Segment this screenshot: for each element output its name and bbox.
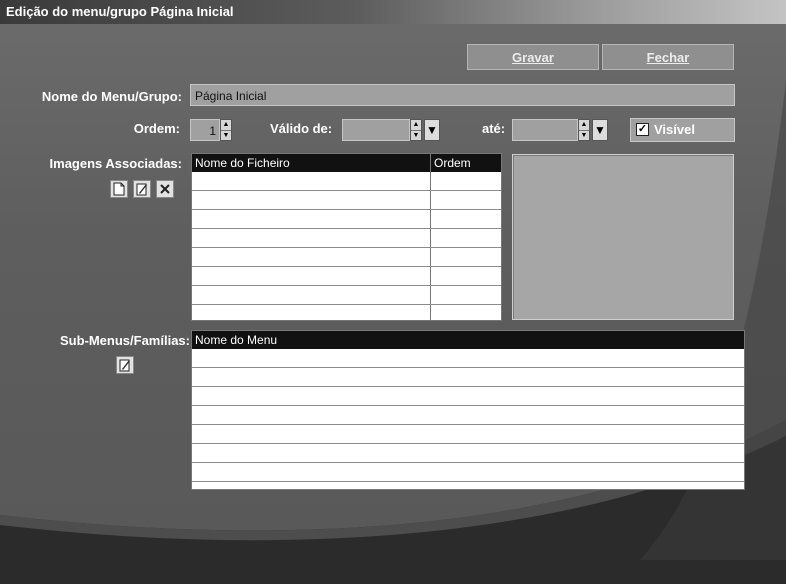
visible-label: Visível [654,122,695,137]
until-field[interactable] [512,119,578,141]
valid-from-field[interactable] [342,119,410,141]
table-row[interactable] [192,229,501,248]
close-button[interactable]: Fechar [602,44,734,70]
until-dropdown-icon[interactable]: ▼ [592,119,608,141]
order-label: Ordem: [133,121,180,136]
valid-from-spin-icon[interactable]: ▲ ▼ [410,119,422,141]
table-row[interactable] [192,406,744,425]
table-row[interactable] [192,463,744,482]
order-spin-icon[interactable]: ▲ ▼ [220,119,232,141]
edit-pencil-icon[interactable] [116,356,134,374]
valid-from-dropdown-icon[interactable]: ▼ [424,119,440,141]
submenus-table-header: Nome do Menu [192,331,744,349]
visible-checkbox[interactable]: ✓ [636,123,649,136]
until-label: até: [482,121,506,136]
submenus-label: Sub-Menus/Famílias: [59,333,190,348]
table-row[interactable] [192,305,501,320]
valid-from-label: Válido de: [270,121,333,136]
order-field-value: 1 [209,124,216,138]
title-bar: Edição do menu/grupo Página Inicial [0,0,786,24]
table-row[interactable] [192,387,744,406]
table-row[interactable] [192,210,501,229]
table-row[interactable] [192,267,501,286]
table-row[interactable] [192,191,501,210]
column-menu-name[interactable]: Nome do Menu [195,333,277,347]
name-label: Nome do Menu/Grupo: [41,89,182,104]
edit-pencil-icon[interactable] [133,180,151,198]
save-button[interactable]: Gravar [467,44,599,70]
window-title: Edição do menu/grupo Página Inicial [6,4,234,19]
table-row[interactable] [192,425,744,444]
delete-x-icon[interactable] [156,180,174,198]
image-preview [512,154,734,320]
window: Edição do menu/grupo Página Inicial Grav… [0,0,786,584]
images-label: Imagens Associadas: [49,156,182,171]
order-field[interactable]: 1 [190,119,220,141]
table-row[interactable] [192,368,744,387]
images-table-header: Nome do Ficheiro Ordem [192,154,501,172]
table-row[interactable] [192,286,501,305]
name-field-value: Página Inicial [195,89,267,103]
table-row[interactable] [192,349,744,368]
table-row[interactable] [192,444,744,463]
submenus-table[interactable]: Nome do Menu [191,330,745,490]
column-file-name[interactable]: Nome do Ficheiro [195,156,290,170]
table-row[interactable] [192,172,501,191]
images-table[interactable]: Nome do Ficheiro Ordem [191,153,502,321]
column-order[interactable]: Ordem [434,156,471,170]
table-row[interactable] [192,248,501,267]
name-field[interactable]: Página Inicial [190,84,735,106]
new-document-icon[interactable] [110,180,128,198]
until-spin-icon[interactable]: ▲ ▼ [578,119,590,141]
